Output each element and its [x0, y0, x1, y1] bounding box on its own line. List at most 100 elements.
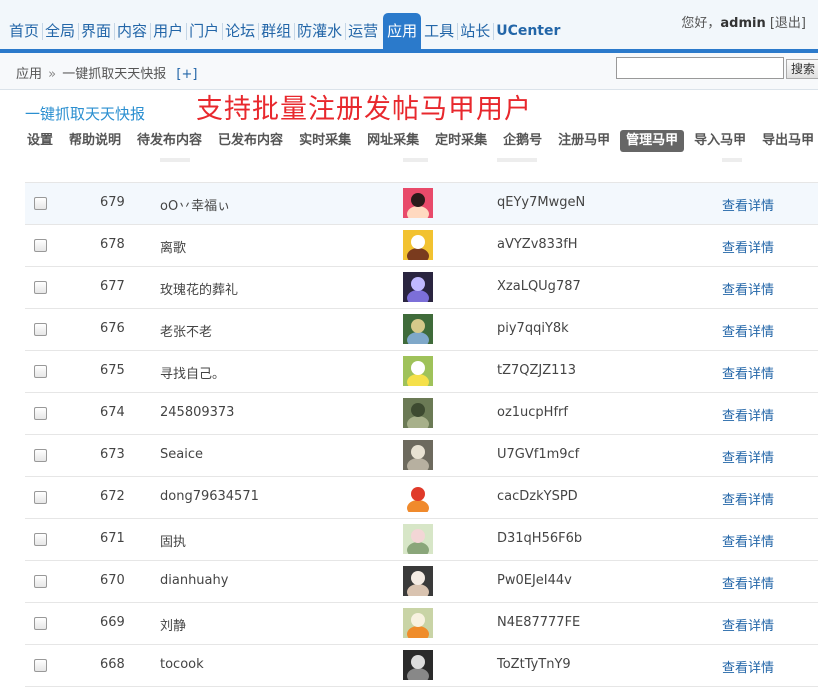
row-checkbox[interactable]	[34, 323, 47, 336]
nav-item[interactable]: 门户	[186, 13, 222, 49]
view-details-link[interactable]: 查看详情	[722, 489, 774, 508]
add-shortcut-link[interactable]: [+]	[176, 67, 197, 82]
view-details-link[interactable]: 查看详情	[722, 447, 774, 466]
subtab[interactable]: 已发布内容	[218, 130, 283, 152]
nav-item[interactable]: 首页	[6, 13, 42, 49]
nav-item[interactable]: 界面	[78, 13, 114, 49]
avatar	[403, 608, 433, 642]
nav-item[interactable]: 群组	[258, 13, 294, 49]
view-details-link[interactable]: 查看详情	[722, 531, 774, 550]
subtab[interactable]: 帮助说明	[69, 130, 121, 152]
avatar	[403, 314, 433, 348]
avatar	[403, 440, 433, 474]
top-navigation-bar: 首页 全局 界面 内容 用户 门户 论坛 群组 防灌水 运营 应用 工具 站长 UCenter 您好，ad…	[0, 0, 818, 49]
row-checkbox[interactable]	[34, 449, 47, 462]
password-cell: tZ7QZJZ113	[497, 363, 576, 378]
subtab[interactable]: 企鹅号	[503, 130, 542, 152]
view-details-link[interactable]: 查看详情	[722, 279, 774, 298]
row-checkbox[interactable]	[34, 533, 47, 546]
row-checkbox[interactable]	[34, 575, 47, 588]
user-id: 678	[100, 237, 125, 252]
password-cell: piy7qqiY8k	[497, 321, 569, 336]
view-details-link[interactable]: 查看详情	[722, 237, 774, 256]
user-info: 您好，admin [退出]	[681, 12, 806, 31]
avatar	[403, 524, 433, 558]
view-details-link[interactable]: 查看详情	[722, 405, 774, 424]
row-checkbox[interactable]	[34, 239, 47, 252]
search-button[interactable]: 搜索	[786, 59, 818, 79]
nav-item[interactable]: 运营	[345, 13, 381, 49]
password-cell: Pw0EJeI44v	[497, 573, 572, 588]
subtab[interactable]: 设置	[27, 130, 53, 152]
greeting-text: 您好，	[681, 16, 721, 31]
password-cell: U7GVf1m9cf	[497, 447, 580, 462]
row-checkbox[interactable]	[34, 197, 47, 210]
view-details-link[interactable]: 查看详情	[722, 615, 774, 634]
password-cell: oz1ucpHfrf	[497, 405, 568, 420]
password-cell: D31qH56F6b	[497, 531, 583, 546]
nav-item[interactable]: 防灌水	[294, 13, 345, 49]
breadcrumb-separator: »	[48, 67, 57, 82]
view-details-link[interactable]: 查看详情	[722, 363, 774, 382]
subtab[interactable]: 注册马甲	[558, 130, 610, 152]
avatar	[403, 356, 433, 390]
subtab[interactable]: 管理马甲	[620, 130, 685, 152]
avatar	[403, 650, 433, 684]
main-nav: 首页 全局 界面 内容 用户 门户 论坛 群组 防灌水 运营 应用 工具 站长 UCenter	[6, 13, 563, 49]
row-checkbox[interactable]	[34, 491, 47, 504]
table-row: 676 老张不老 piy7qqiY8k 查看详情	[25, 309, 818, 351]
user-id: 674	[100, 405, 125, 420]
view-details-link[interactable]: 查看详情	[722, 321, 774, 340]
row-checkbox[interactable]	[34, 365, 47, 378]
view-details-link[interactable]: 查看详情	[722, 657, 774, 676]
username-cell: 离歌	[160, 241, 187, 256]
nav-item[interactable]: 内容	[114, 13, 150, 49]
subtab[interactable]: 网址采集	[367, 130, 419, 152]
plugin-subtabs: 设置 帮助说明 待发布内容 已发布内容 实时采集 网址采集 定时采集 企鹅号 注册马甲 管理马甲导…	[27, 130, 818, 152]
table-row: 673 Seaice U7GVf1m9cf 查看详情	[25, 435, 818, 477]
username-cell: dong79634571	[160, 489, 259, 504]
breadcrumb-current: 一键抓取天天快报	[62, 67, 167, 82]
promo-headline: 支持批量注册发帖马甲用户	[196, 94, 532, 125]
subtab[interactable]: 实时采集	[299, 130, 351, 152]
user-id: 679	[100, 195, 125, 210]
subtab[interactable]: 待发布内容	[137, 130, 202, 152]
avatar	[403, 398, 433, 432]
username-cell: tocook	[160, 657, 204, 672]
row-checkbox[interactable]	[34, 617, 47, 630]
table-header-partial	[25, 158, 818, 183]
table-row: 679 oO丷幸福ぃ qEYy7MwgeN 查看详情	[25, 183, 818, 225]
username-cell: 玫瑰花的葬礼	[160, 283, 239, 298]
nav-item[interactable]: 工具	[421, 13, 457, 49]
subtab[interactable]: 导入马甲	[694, 130, 746, 152]
view-details-link[interactable]: 查看详情	[722, 573, 774, 592]
logout-link[interactable]: [退出]	[770, 16, 806, 31]
user-id: 675	[100, 363, 125, 378]
nav-item[interactable]: 论坛	[222, 13, 258, 49]
user-id: 673	[100, 447, 125, 462]
nav-item[interactable]: 应用	[383, 13, 422, 49]
nav-item[interactable]: 用户	[150, 13, 186, 49]
table-row: 674 245809373 oz1ucpHfrf 查看详情	[25, 393, 818, 435]
avatar	[403, 272, 433, 306]
row-checkbox[interactable]	[34, 281, 47, 294]
username-cell: oO丷幸福ぃ	[160, 199, 231, 214]
username-cell: 固执	[160, 535, 187, 550]
breadcrumb-root[interactable]: 应用	[16, 67, 42, 82]
plugin-title-link[interactable]: 一键抓取天天快报	[25, 103, 145, 124]
username-cell: 刘静	[160, 619, 187, 634]
avatar	[403, 482, 433, 516]
password-cell: cacDzkYSPD	[497, 489, 578, 504]
row-checkbox[interactable]	[34, 407, 47, 420]
search-input[interactable]	[616, 57, 784, 79]
avatar	[403, 566, 433, 600]
subtab[interactable]: 导出马甲	[762, 130, 814, 152]
subtab[interactable]: 定时采集	[435, 130, 487, 152]
row-checkbox[interactable]	[34, 659, 47, 672]
nav-item[interactable]: 站长	[457, 13, 493, 49]
view-details-link[interactable]: 查看详情	[722, 195, 774, 214]
nav-item[interactable]: UCenter	[493, 13, 563, 49]
nav-item[interactable]: 全局	[42, 13, 78, 49]
username-cell: 245809373	[160, 405, 235, 420]
user-id: 677	[100, 279, 125, 294]
